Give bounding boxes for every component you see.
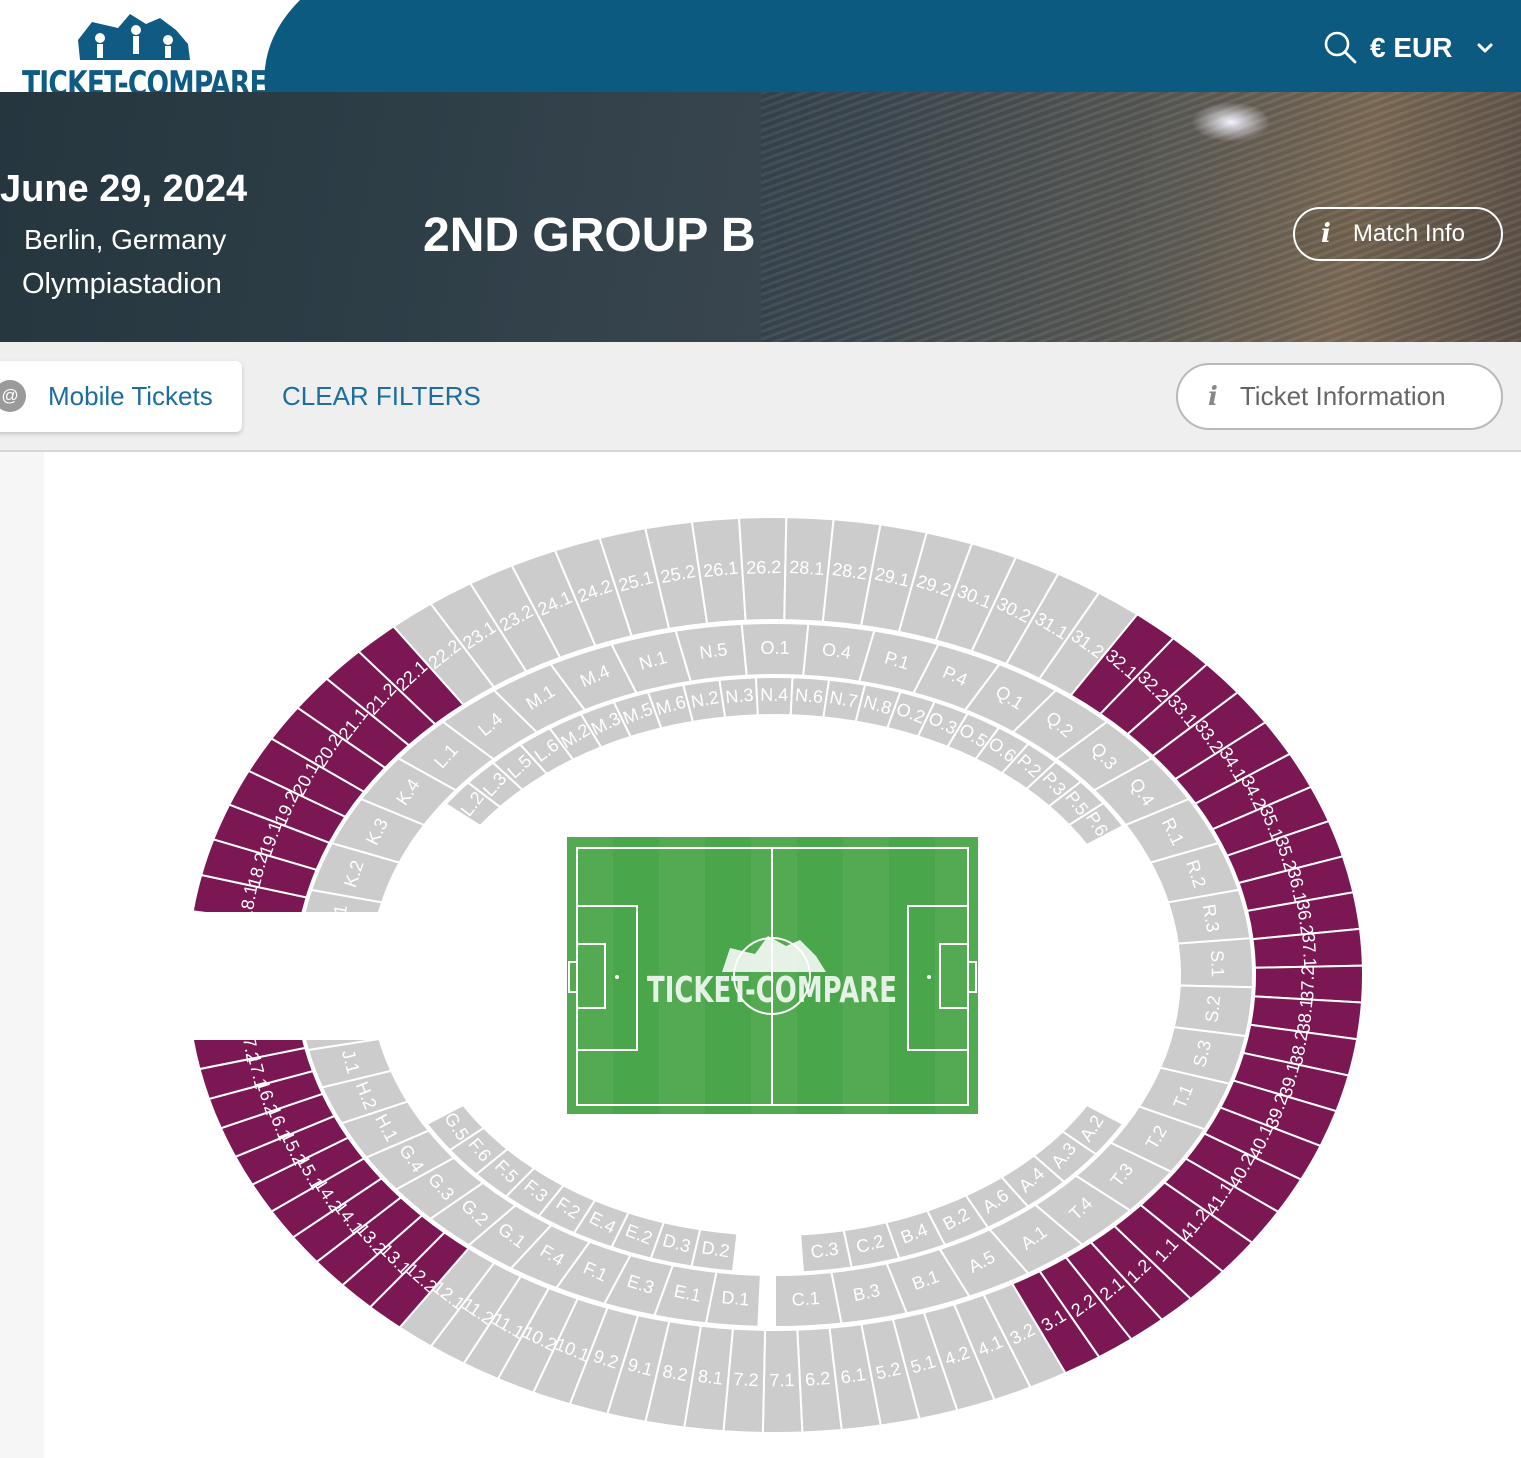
section-label: N.6	[794, 685, 824, 707]
section-C.1[interactable]: C.1	[774, 1270, 843, 1329]
section-7.1[interactable]: 7.1	[761, 1328, 804, 1434]
section-label: D.1	[721, 1287, 751, 1309]
section-label: S.1	[1207, 950, 1228, 978]
section-label: 26.1	[702, 558, 739, 581]
section-N.4[interactable]: N.4	[754, 676, 794, 717]
section-label: 37.1	[1298, 932, 1320, 968]
section-26.2[interactable]: 26.2	[737, 515, 788, 622]
section-label: 8.1	[697, 1366, 724, 1389]
section-label: O.1	[760, 638, 789, 658]
section-label: C.3	[809, 1239, 839, 1262]
section-label: 7.1	[769, 1370, 794, 1390]
section-label: 28.1	[789, 557, 825, 579]
west-entrance-gap	[150, 912, 410, 1040]
section-label: C.1	[791, 1288, 820, 1310]
section-label: 37.2	[1297, 965, 1318, 1000]
section-label: 7.2	[733, 1369, 759, 1390]
football-pitch: TICKET-COMPARE	[567, 837, 981, 1114]
section-label: N.3	[725, 685, 755, 708]
section-label: O.4	[821, 639, 853, 663]
section-O.1[interactable]: O.1	[740, 621, 810, 677]
section-label: 38.1	[1293, 997, 1316, 1034]
section-label: 6.2	[804, 1368, 831, 1390]
section-C.3[interactable]: C.3	[799, 1229, 853, 1274]
section-N.3[interactable]: N.3	[718, 676, 759, 719]
section-label: S.2	[1201, 994, 1224, 1023]
section-S.1[interactable]: S.1	[1176, 937, 1255, 989]
section-label: 6.1	[839, 1364, 867, 1387]
section-label: 26.2	[746, 557, 781, 578]
app-root: TICKET-COMPARE € EUR June 29, 2024 Berli…	[0, 0, 1521, 1458]
section-label: N.4	[760, 685, 788, 705]
stadium-seat-map: 1.22.12.23.13.24.14.25.15.26.16.27.17.28…	[150, 515, 1365, 1434]
section-label: N.5	[698, 639, 729, 663]
pitch-logo-text: TICKET-COMPARE	[647, 970, 897, 1011]
